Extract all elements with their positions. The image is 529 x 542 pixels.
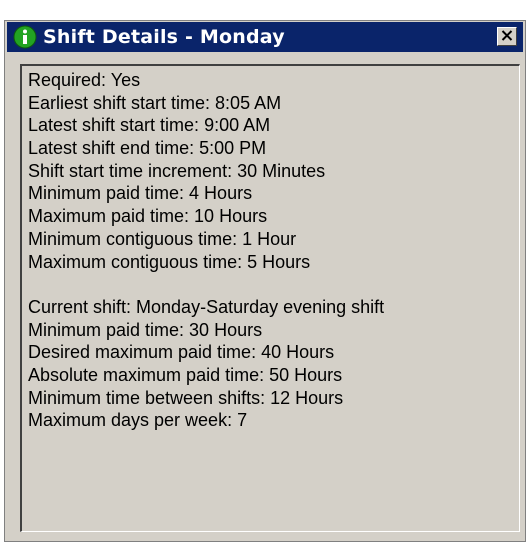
current-shift-line: Current shift: Monday-Saturday evening s… bbox=[28, 296, 385, 317]
min-between-shifts-line: Minimum time between shifts: 12 Hours bbox=[28, 387, 344, 408]
shift-details-window: Shift Details - Monday Required: Yes Ear… bbox=[4, 20, 526, 542]
earliest-start-line: Earliest shift start time: 8:05 AM bbox=[28, 92, 282, 113]
title-bar[interactable]: Shift Details - Monday bbox=[7, 22, 523, 52]
start-increment-line: Shift start time increment: 30 Minutes bbox=[28, 160, 326, 181]
absolute-max-paid-line: Absolute maximum paid time: 50 Hours bbox=[28, 364, 343, 385]
max-paid-time-line: Maximum paid time: 10 Hours bbox=[28, 206, 268, 227]
latest-start-line: Latest shift start time: 9:00 AM bbox=[28, 115, 271, 136]
details-panel: Required: Yes Earliest shift start time:… bbox=[20, 64, 520, 532]
window-title: Shift Details - Monday bbox=[43, 26, 285, 48]
close-icon bbox=[501, 28, 513, 46]
section-divider bbox=[28, 273, 519, 296]
min-contiguous-line: Minimum contiguous time: 1 Hour bbox=[28, 228, 297, 249]
latest-end-line: Latest shift end time: 5:00 PM bbox=[28, 138, 267, 159]
max-days-line: Maximum days per week: 7 bbox=[28, 410, 248, 431]
min-paid-time-line: Minimum paid time: 4 Hours bbox=[28, 183, 253, 204]
desired-max-paid-line: Desired maximum paid time: 40 Hours bbox=[28, 342, 335, 363]
required-line: Required: Yes bbox=[28, 70, 141, 90]
close-button[interactable] bbox=[497, 27, 517, 46]
info-icon bbox=[13, 25, 37, 49]
weekly-min-paid-line: Minimum paid time: 30 Hours bbox=[28, 319, 263, 340]
max-contiguous-line: Maximum contiguous time: 5 Hours bbox=[28, 251, 311, 272]
